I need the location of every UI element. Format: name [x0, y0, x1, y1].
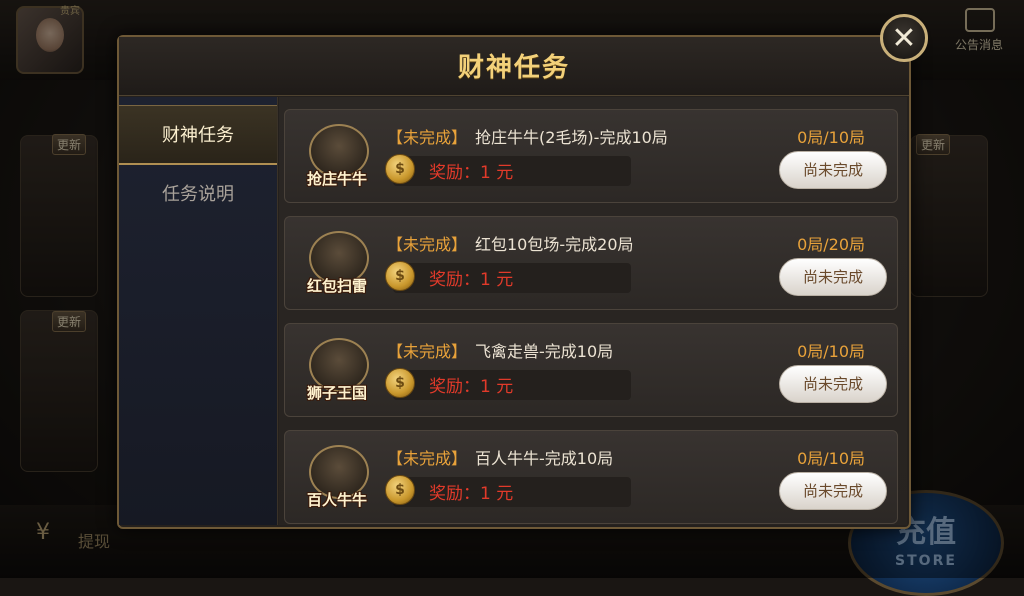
coin-icon: $ [385, 261, 415, 291]
task-row: 狮子王国 【未完成】 飞禽走兽-完成10局 0局/10局 $ 奖励：1 元 尚未… [284, 323, 898, 417]
coin-icon: $ [385, 475, 415, 505]
reward-text: 奖励：1 元 [429, 484, 514, 504]
coin-icon: $ [385, 368, 415, 398]
coin-icon: $ [385, 154, 415, 184]
game-name: 红包扫雷 [306, 277, 367, 295]
tab-wealth-tasks[interactable]: 财神任务 [119, 105, 277, 165]
dialog-title: 财神任务 [457, 53, 570, 83]
reward-text: 奖励：1 元 [429, 377, 514, 397]
task-row: 红包扫雷 【未完成】 红包10包场-完成20局 0局/20局 $ 奖励：1 元 … [284, 216, 898, 310]
task-progress: 0局/10局 [797, 449, 865, 468]
task-description: 抢庄牛牛(2毛场)-完成10局 [475, 128, 668, 147]
game-icon-bairen-niuniu: 百人牛牛 [297, 439, 377, 515]
task-status: 【未完成】 [387, 235, 468, 254]
tab-task-instructions[interactable]: 任务说明 [119, 165, 277, 225]
task-list: 抢庄牛牛 【未完成】 抢庄牛牛(2毛场)-完成10局 0局/10局 $ 奖励：1… [279, 97, 907, 525]
game-name: 百人牛牛 [306, 491, 367, 509]
coin-glyph: $ [395, 482, 405, 498]
task-row: 百人牛牛 【未完成】 百人牛牛-完成10局 0局/10局 $ 奖励：1 元 尚未… [284, 430, 898, 524]
game-name: 狮子王国 [306, 384, 367, 402]
task-status: 【未完成】 [387, 342, 468, 361]
coin-glyph: $ [395, 161, 405, 177]
dialog-sidebar: 财神任务 任务说明 [119, 97, 278, 525]
reward-text: 奖励：1 元 [429, 163, 514, 183]
close-button[interactable]: ✕ [880, 14, 928, 62]
task-description: 百人牛牛-完成10局 [475, 449, 614, 468]
task-description: 红包10包场-完成20局 [475, 235, 634, 254]
coin-glyph: $ [395, 268, 405, 284]
game-icon-qiangzhuang-niuniu: 抢庄牛牛 [297, 118, 377, 194]
task-progress: 0局/10局 [797, 128, 865, 147]
coin-glyph: $ [395, 375, 405, 391]
game-icon-hongbao-saolei: 红包扫雷 [297, 225, 377, 301]
dialog-header: 财神任务 [119, 37, 909, 96]
task-row: 抢庄牛牛 【未完成】 抢庄牛牛(2毛场)-完成10局 0局/10局 $ 奖励：1… [284, 109, 898, 203]
task-dialog: 财神任务 财神任务 任务说明 抢庄牛牛 【未完成】 抢庄牛牛(2毛场)-完成10… [117, 35, 911, 529]
game-name: 抢庄牛牛 [306, 170, 367, 188]
task-progress: 0局/10局 [797, 342, 865, 361]
game-icon-shizi-wangguo: 狮子王国 [297, 332, 377, 408]
task-progress: 0局/20局 [797, 235, 865, 254]
not-completed-button[interactable]: 尚未完成 [779, 365, 887, 403]
not-completed-button[interactable]: 尚未完成 [779, 472, 887, 510]
not-completed-button[interactable]: 尚未完成 [779, 258, 887, 296]
close-icon: ✕ [891, 21, 917, 56]
not-completed-button[interactable]: 尚未完成 [779, 151, 887, 189]
task-status: 【未完成】 [387, 128, 468, 147]
task-description: 飞禽走兽-完成10局 [475, 342, 614, 361]
task-status: 【未完成】 [387, 449, 468, 468]
reward-text: 奖励：1 元 [429, 270, 514, 290]
